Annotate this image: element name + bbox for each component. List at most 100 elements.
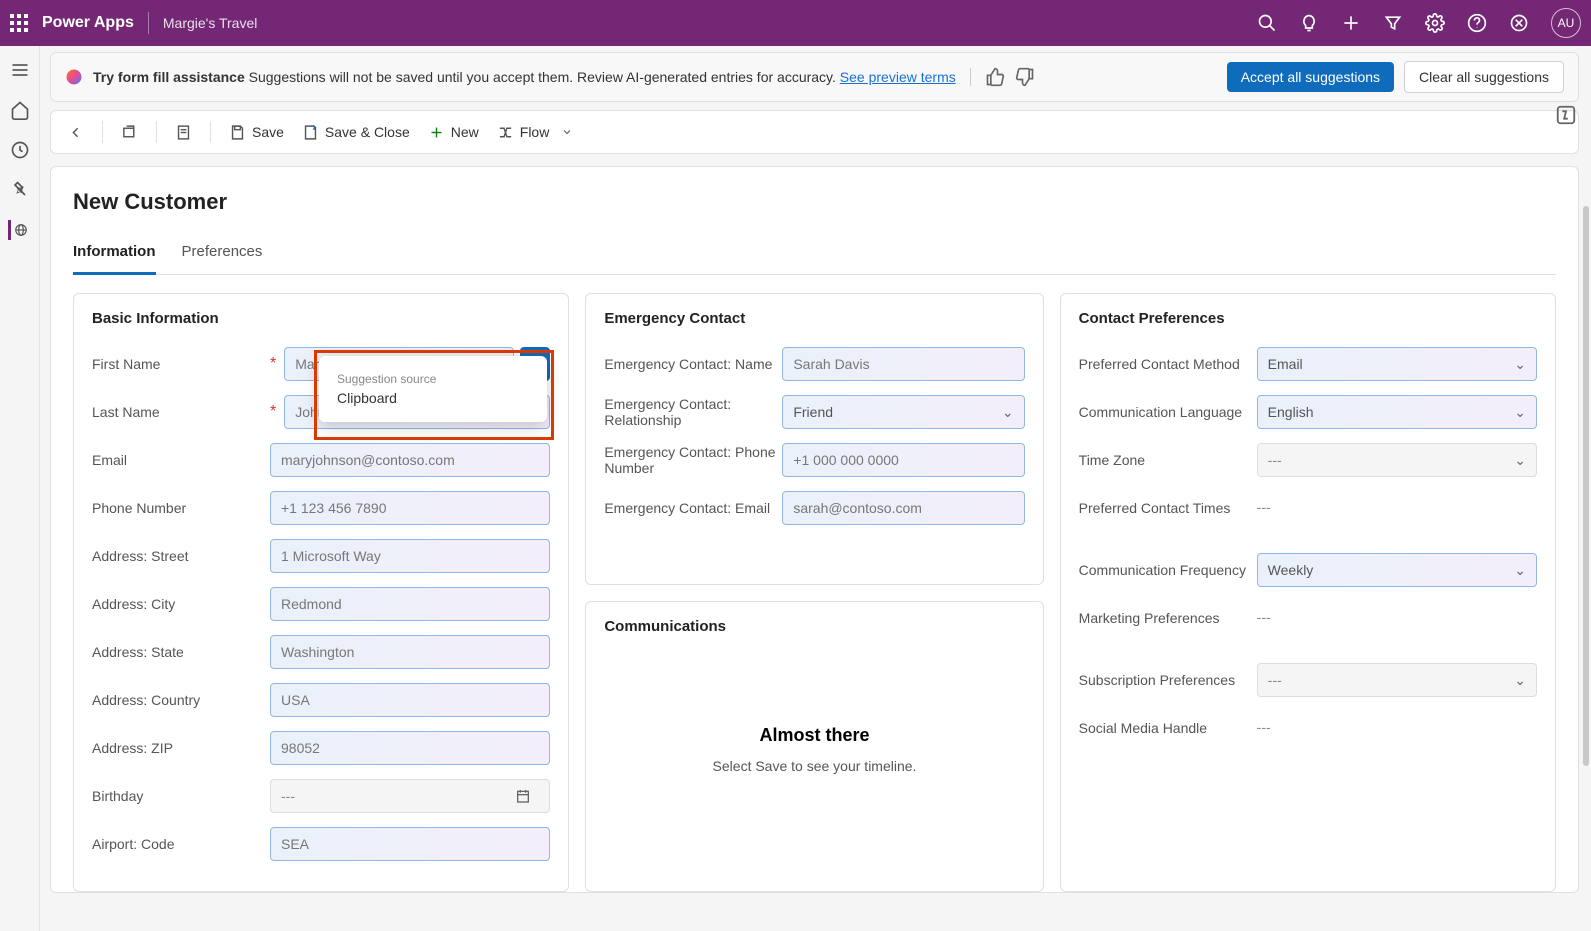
open-new-window-icon[interactable] <box>121 124 138 141</box>
section-title: Basic Information <box>92 310 550 327</box>
section-title: Communications <box>604 618 1024 635</box>
tab-information[interactable]: Information <box>73 243 156 275</box>
thumbs-down-icon[interactable] <box>1015 67 1035 87</box>
ec-email-input[interactable] <box>782 491 1024 525</box>
main-content: Try form fill assistance Suggestions wil… <box>40 46 1591 931</box>
environment-name[interactable]: Margie's Travel <box>163 15 257 31</box>
form-icon[interactable] <box>175 124 192 141</box>
label-first-name: First Name <box>92 356 270 372</box>
banner-title: Try form fill assistance <box>93 69 245 85</box>
timeline-empty-subtitle: Select Save to see your timeline. <box>604 758 1024 774</box>
label-ec-rel: Emergency Contact: Relationship <box>604 396 782 428</box>
chevron-down-icon: ⌄ <box>1514 562 1526 579</box>
label-airport: Airport: Code <box>92 836 270 852</box>
command-bar: Save Save & Close New Flow <box>50 110 1579 154</box>
pin-icon[interactable] <box>10 180 30 200</box>
label-zip: Address: ZIP <box>92 740 270 756</box>
section-basic-information: Basic Information First Name * Last N <box>73 293 569 892</box>
phone-input[interactable] <box>270 491 550 525</box>
birthday-input[interactable]: --- <box>270 779 550 813</box>
link-icon[interactable] <box>1509 13 1529 33</box>
label-street: Address: Street <box>92 548 270 564</box>
plus-icon[interactable] <box>1341 13 1361 33</box>
scrollbar[interactable] <box>1583 206 1589 766</box>
social-value[interactable]: --- <box>1257 719 1271 735</box>
label-subs: Subscription Preferences <box>1079 672 1257 688</box>
suggestion-banner: Try form fill assistance Suggestions wil… <box>50 52 1579 102</box>
help-icon[interactable] <box>1467 13 1487 33</box>
top-bar: Power Apps Margie's Travel AU <box>0 0 1591 46</box>
city-input[interactable] <box>270 587 550 621</box>
copilot-panel-icon[interactable] <box>1555 104 1577 126</box>
preview-terms-link[interactable]: See preview terms <box>840 69 956 85</box>
app-title: Power Apps <box>42 14 134 32</box>
hamburger-icon[interactable] <box>10 60 30 80</box>
section-emergency-contact: Emergency Contact Emergency Contact: Nam… <box>585 293 1043 585</box>
recent-icon[interactable] <box>10 140 30 160</box>
label-social: Social Media Handle <box>1079 720 1257 736</box>
times-value[interactable]: --- <box>1257 499 1271 515</box>
label-ec-name: Emergency Contact: Name <box>604 356 782 372</box>
section-title: Contact Preferences <box>1079 310 1537 327</box>
calendar-icon <box>515 788 531 804</box>
label-tz: Time Zone <box>1079 452 1257 468</box>
callout-label: Suggestion source <box>337 372 529 386</box>
label-freq: Communication Frequency <box>1079 562 1257 578</box>
divider <box>210 121 211 143</box>
home-icon[interactable] <box>10 100 30 120</box>
email-input[interactable] <box>270 443 550 477</box>
save-close-button[interactable]: Save & Close <box>302 124 410 141</box>
section-title: Emergency Contact <box>604 310 1024 327</box>
method-select[interactable]: Email⌄ <box>1257 347 1537 381</box>
country-input[interactable] <box>270 683 550 717</box>
label-method: Preferred Contact Method <box>1079 356 1257 372</box>
search-icon[interactable] <box>1257 13 1277 33</box>
accept-all-button[interactable]: Accept all suggestions <box>1227 62 1394 92</box>
freq-select[interactable]: Weekly⌄ <box>1257 553 1537 587</box>
street-input[interactable] <box>270 539 550 573</box>
globe-icon[interactable] <box>8 220 28 240</box>
zip-input[interactable] <box>270 731 550 765</box>
form-container: New Customer Information Preferences Bas… <box>50 166 1579 893</box>
copilot-icon <box>65 68 83 86</box>
label-last-name: Last Name <box>92 404 270 420</box>
banner-text: Suggestions will not be saved until you … <box>249 69 836 85</box>
back-button[interactable] <box>67 124 84 141</box>
thumbs-up-icon[interactable] <box>985 67 1005 87</box>
chevron-down-icon: ⌄ <box>1514 404 1526 421</box>
chevron-down-icon: ⌄ <box>1514 672 1526 689</box>
ec-name-input[interactable] <box>782 347 1024 381</box>
airport-input[interactable] <box>270 827 550 861</box>
ec-phone-input[interactable] <box>782 443 1024 477</box>
callout-value: Clipboard <box>337 390 529 406</box>
label-email: Email <box>92 452 270 468</box>
label-state: Address: State <box>92 644 270 660</box>
state-input[interactable] <box>270 635 550 669</box>
timeline-empty-title: Almost there <box>604 725 1024 746</box>
new-button[interactable]: New <box>428 124 479 141</box>
marketing-value[interactable]: --- <box>1257 609 1271 625</box>
chevron-down-icon: ⌄ <box>1514 452 1526 469</box>
section-contact-preferences: Contact Preferences Preferred Contact Me… <box>1060 293 1556 892</box>
gear-icon[interactable] <box>1425 13 1445 33</box>
save-button[interactable]: Save <box>229 124 284 141</box>
label-ec-phone: Emergency Contact: Phone Number <box>604 444 782 476</box>
app-launcher-icon[interactable] <box>10 14 28 32</box>
tab-preferences[interactable]: Preferences <box>182 243 263 274</box>
ec-rel-select[interactable]: Friend⌄ <box>782 395 1024 429</box>
label-ec-email: Emergency Contact: Email <box>604 500 782 516</box>
page-title: New Customer <box>73 189 1556 215</box>
section-communications: Communications Almost there Select Save … <box>585 601 1043 893</box>
lang-select[interactable]: English⌄ <box>1257 395 1537 429</box>
flow-button[interactable]: Flow <box>497 124 574 141</box>
lightbulb-icon[interactable] <box>1299 13 1319 33</box>
label-marketing: Marketing Preferences <box>1079 610 1257 626</box>
divider <box>156 121 157 143</box>
avatar[interactable]: AU <box>1551 8 1581 38</box>
label-city: Address: City <box>92 596 270 612</box>
clear-all-button[interactable]: Clear all suggestions <box>1404 61 1564 93</box>
subs-select[interactable]: ---⌄ <box>1257 663 1537 697</box>
chevron-down-icon: ⌄ <box>1002 404 1014 421</box>
filter-icon[interactable] <box>1383 13 1403 33</box>
tz-select[interactable]: ---⌄ <box>1257 443 1537 477</box>
